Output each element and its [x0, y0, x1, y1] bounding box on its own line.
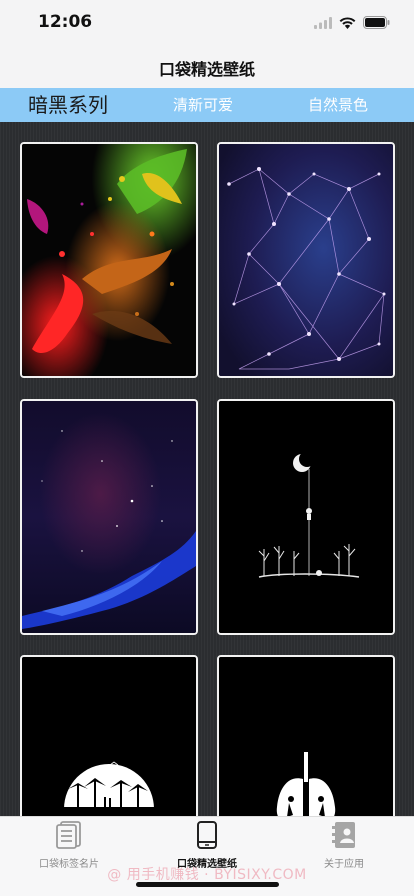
- document-list-icon: [56, 821, 82, 853]
- phone-icon: [197, 821, 217, 853]
- signal-icon: [314, 14, 332, 33]
- colorful-paint-splash-wallpaper: [22, 144, 196, 376]
- status-icons: [314, 14, 390, 33]
- contact-book-icon: [331, 821, 357, 853]
- wifi-icon: [339, 14, 356, 33]
- lungs-silhouette-wallpaper: [219, 657, 393, 816]
- wallpaper-card[interactable]: [217, 399, 395, 635]
- battery-icon: [363, 14, 390, 33]
- moon-climber-wallpaper: [219, 401, 393, 633]
- tab-about[interactable]: 关于应用: [284, 821, 404, 870]
- wallpaper-card[interactable]: [217, 655, 395, 816]
- tab-wallpapers[interactable]: 口袋精选壁纸: [147, 821, 267, 870]
- tab-business-card[interactable]: 口袋标签名片: [9, 821, 129, 870]
- status-time: 12:06: [38, 12, 93, 32]
- tab-nature-scenery[interactable]: 自然景色: [308, 88, 368, 122]
- tab-fresh-cute[interactable]: 清新可爱: [173, 88, 233, 122]
- wallpaper-grid[interactable]: [0, 122, 414, 816]
- wallpaper-card[interactable]: [20, 399, 198, 635]
- purple-network-nodes-wallpaper: [219, 144, 393, 376]
- home-indicator[interactable]: [136, 882, 279, 887]
- tab-dark-series[interactable]: 暗黑系列: [28, 88, 108, 122]
- wallpaper-card[interactable]: [20, 655, 198, 816]
- status-bar: 12:06: [0, 0, 414, 47]
- page-title: 口袋精选壁纸: [158, 59, 255, 79]
- category-tabs: 暗黑系列 清新可爱 自然景色: [0, 88, 414, 122]
- night-sky-nebula-wallpaper: [22, 401, 196, 633]
- wallpaper-card[interactable]: [20, 142, 198, 378]
- palm-island-silhouette-wallpaper: [22, 657, 196, 816]
- watermark: @ 用手机赚钱 · BYISIXY.COM: [107, 867, 307, 883]
- wallpaper-card[interactable]: [217, 142, 395, 378]
- navigation-bar: 口袋精选壁纸: [0, 47, 414, 88]
